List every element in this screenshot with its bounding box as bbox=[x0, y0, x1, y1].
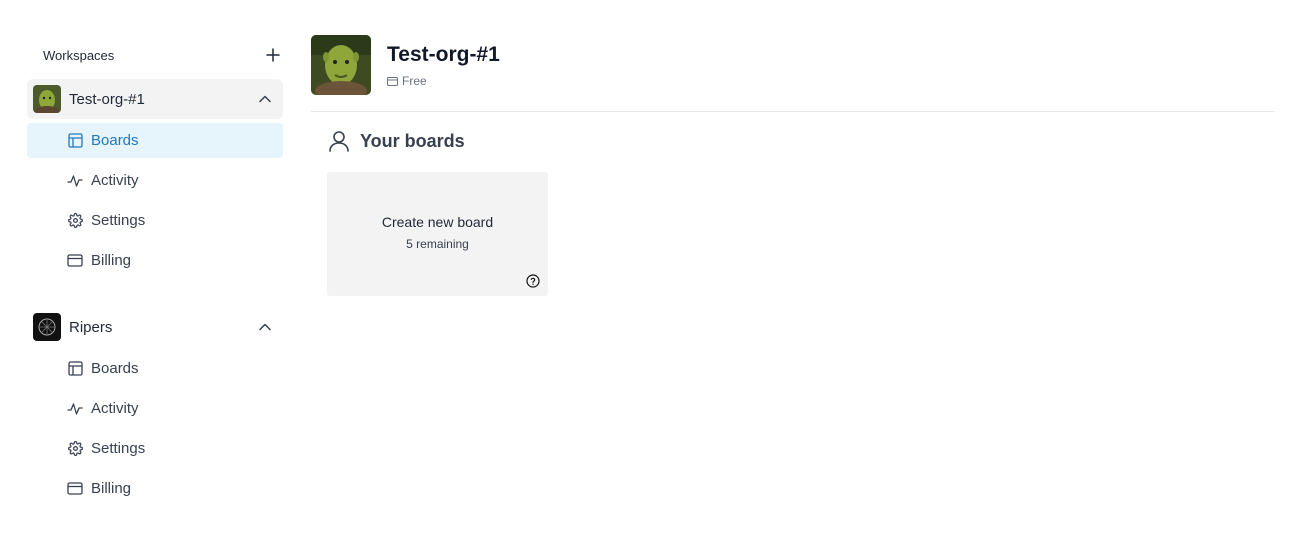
activity-icon bbox=[67, 401, 83, 417]
plan-label: Free bbox=[402, 74, 427, 88]
sidebar-item-boards[interactable]: Boards bbox=[27, 123, 283, 158]
boards-icon bbox=[67, 361, 83, 377]
page-title: Test-org-#1 bbox=[387, 43, 500, 66]
chevron-up-icon[interactable] bbox=[251, 313, 279, 341]
app-root: Workspaces Test-org-#1 Boards Activity S… bbox=[0, 0, 1316, 551]
section-title: Your boards bbox=[360, 130, 465, 151]
org-name: Ripers bbox=[69, 318, 113, 336]
gear-icon bbox=[67, 441, 83, 457]
sidebar-item-settings[interactable]: Settings bbox=[27, 431, 283, 466]
plus-icon bbox=[266, 48, 280, 62]
sidebar-item-settings[interactable]: Settings bbox=[27, 203, 283, 238]
plan-badge: Free bbox=[387, 74, 427, 88]
sidebar-item-label: Billing bbox=[91, 480, 132, 497]
sidebar-item-activity[interactable]: Activity bbox=[27, 163, 283, 198]
sidebar-item-label: Billing bbox=[91, 252, 132, 269]
boards-remaining: 5 remaining bbox=[406, 237, 469, 251]
user-icon bbox=[329, 131, 349, 152]
credit-card-icon bbox=[387, 76, 398, 86]
help-icon[interactable] bbox=[526, 274, 540, 288]
add-workspace-button[interactable] bbox=[263, 45, 283, 65]
credit-card-icon bbox=[67, 481, 83, 497]
boards-icon bbox=[67, 133, 83, 149]
sidebar-item-label: Settings bbox=[91, 212, 146, 229]
sidebar-item-label: Boards bbox=[91, 360, 139, 377]
org-name: Test-org-#1 bbox=[69, 90, 145, 108]
sidebar-item-activity[interactable]: Activity bbox=[27, 391, 283, 426]
header-divider bbox=[311, 111, 1275, 112]
sidebar-item-billing[interactable]: Billing bbox=[27, 243, 283, 278]
org-row-test-org[interactable]: Test-org-#1 bbox=[27, 79, 283, 119]
sidebar-item-label: Activity bbox=[91, 400, 139, 417]
org-avatar-large bbox=[311, 35, 371, 95]
create-board-label: Create new board bbox=[381, 214, 494, 230]
sidebar-item-label: Settings bbox=[91, 440, 146, 457]
create-board-card[interactable]: Create new board 5 remaining bbox=[327, 172, 548, 296]
org-avatar bbox=[33, 85, 61, 113]
sidebar-item-billing[interactable]: Billing bbox=[27, 471, 283, 506]
workspaces-header: Workspaces bbox=[43, 47, 283, 63]
sidebar-item-boards[interactable]: Boards bbox=[27, 351, 283, 386]
sidebar-item-label: Boards bbox=[91, 132, 139, 149]
gear-icon bbox=[67, 213, 83, 229]
workspaces-title: Workspaces bbox=[43, 47, 115, 63]
activity-icon bbox=[67, 173, 83, 189]
section-header: Your boards bbox=[328, 130, 465, 152]
org-avatar bbox=[33, 313, 61, 341]
chevron-up-icon[interactable] bbox=[251, 85, 279, 113]
credit-card-icon bbox=[67, 253, 83, 269]
sidebar-item-label: Activity bbox=[91, 172, 139, 189]
org-row-ripers[interactable]: Ripers bbox=[27, 307, 283, 347]
